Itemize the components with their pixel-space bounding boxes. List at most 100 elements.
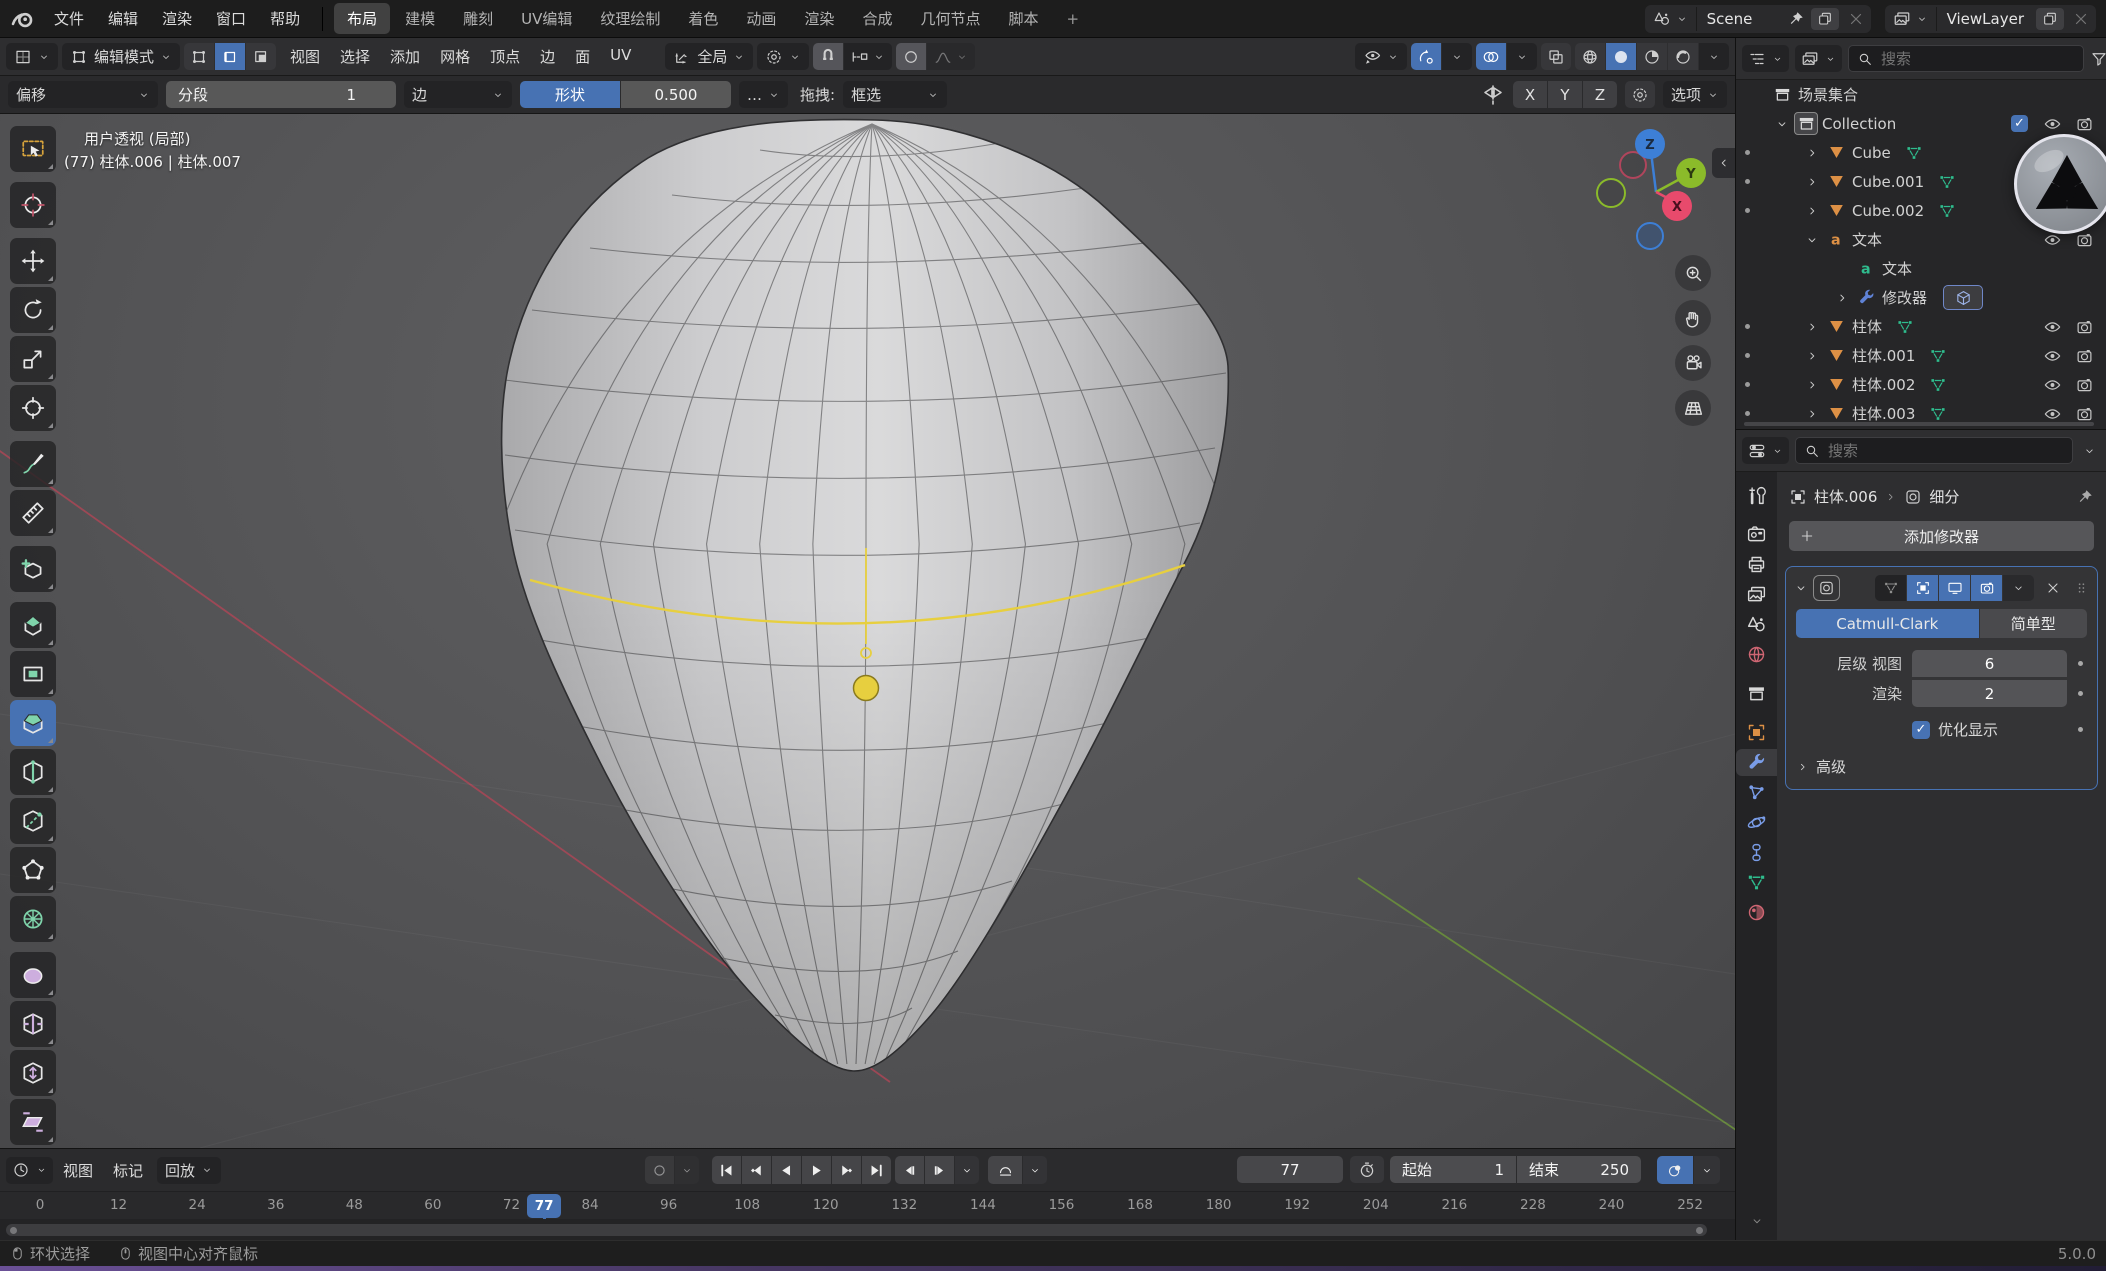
tool-measure[interactable] (10, 490, 56, 536)
outliner-scrollbar[interactable] (1744, 422, 2094, 426)
chevron-right-icon[interactable] (1800, 347, 1824, 365)
chevron-right-icon[interactable] (1800, 173, 1824, 191)
pin-icon[interactable] (1787, 10, 1805, 28)
transform-orientation-dropdown[interactable]: 全局 (665, 43, 753, 70)
keying-set-button[interactable] (988, 1156, 1022, 1184)
add-modifier-button[interactable]: 添加修改器 (1789, 521, 2094, 551)
gizmo-neg-z[interactable] (1637, 223, 1663, 249)
tool-move[interactable] (10, 238, 56, 284)
jump-to-start-button[interactable] (712, 1156, 741, 1184)
timeline-menu-item[interactable]: 视图 (53, 1160, 103, 1181)
mode-dropdown[interactable]: 编辑模式 (62, 43, 180, 70)
outliner-item-label[interactable]: 柱体.001 (1852, 345, 1915, 366)
navigation-gizmo[interactable]: Z Y X (1597, 129, 1706, 249)
tool-scale[interactable] (10, 336, 56, 382)
delete-scene-icon[interactable] (1847, 10, 1865, 28)
frame-step-dropdown[interactable] (955, 1156, 979, 1184)
gizmo-dropdown[interactable] (1442, 43, 1472, 70)
options-dropdown[interactable]: 选项 (1663, 81, 1727, 108)
modifier-render-toggle[interactable] (1971, 575, 2002, 601)
outliner-display-mode-dropdown[interactable] (1742, 45, 1789, 72)
breadcrumb-modifier[interactable]: 细分 (1929, 486, 1959, 507)
mirror-y-button[interactable]: Y (1548, 81, 1582, 108)
shading-dropdown[interactable] (1699, 43, 1729, 70)
modifier-edit-mode-toggle[interactable] (1907, 575, 1938, 601)
workspace-tab[interactable]: 几何节点 (907, 3, 993, 34)
workspace-tab[interactable]: 动画 (733, 3, 789, 34)
shading-wireframe-button[interactable] (1575, 43, 1605, 70)
outliner-item-label[interactable]: 修改器 (1882, 287, 1927, 308)
next-keyframe-button[interactable] (832, 1156, 861, 1184)
properties-tab-view-layer[interactable] (1736, 581, 1777, 608)
workspace-tab[interactable]: 着色 (675, 3, 731, 34)
tool-smooth[interactable] (10, 952, 56, 998)
tool-loop-cut[interactable] (10, 749, 56, 795)
affect-dropdown[interactable]: 边 (404, 81, 512, 108)
properties-tab-modifiers[interactable] (1736, 749, 1777, 776)
outliner-item-label[interactable]: 文本 (1852, 229, 1882, 250)
scrollbar-handle-right[interactable] (1696, 1227, 1703, 1234)
chevron-right-icon[interactable] (1800, 202, 1824, 220)
camera-view-button[interactable] (1675, 345, 1711, 381)
auto-key-record-button[interactable] (645, 1156, 674, 1184)
tab-simple[interactable]: 简单型 (1980, 609, 2087, 638)
properties-tab-physics[interactable] (1736, 809, 1777, 836)
outliner-item-label[interactable]: Cube.002 (1852, 202, 1924, 220)
playback-sync-button[interactable] (1657, 1156, 1693, 1184)
tool-bevel[interactable] (10, 700, 56, 746)
scene-name[interactable]: Scene (1697, 10, 1783, 28)
shape-toggle-button[interactable]: 形状 (520, 81, 620, 108)
collapse-chevron-icon[interactable] (1794, 579, 1808, 597)
outliner-item-label[interactable]: Collection (1822, 115, 1896, 133)
timeline-menu-item[interactable]: 标记 (103, 1160, 153, 1181)
workspace-tab[interactable]: 布局 (334, 3, 390, 34)
editor-type-dropdown[interactable] (6, 43, 58, 70)
outliner-item-label[interactable]: Cube (1852, 144, 1891, 162)
scene-type-dropdown[interactable] (1645, 5, 1696, 33)
eye-icon[interactable] (2043, 376, 2062, 394)
camera-icon[interactable] (2075, 405, 2094, 423)
tool-spin[interactable] (10, 896, 56, 942)
gizmo-toggle-button[interactable] (1411, 43, 1441, 70)
chevron-right-icon[interactable] (1800, 318, 1824, 336)
properties-tab-object[interactable] (1736, 719, 1777, 746)
gizmo-neg-y[interactable] (1597, 179, 1625, 207)
offset-type-dropdown[interactable]: 偏移 (8, 81, 158, 108)
outliner-item-label[interactable]: 场景集合 (1798, 84, 1858, 105)
advanced-section-toggle[interactable]: 高级 (1794, 756, 2089, 777)
viewlayer-name[interactable]: ViewLayer (1937, 10, 2034, 28)
topbar-menu-item[interactable]: 窗口 (204, 8, 258, 29)
workspace-tab[interactable]: 纹理绘制 (587, 3, 673, 34)
chevron-right-icon[interactable] (1800, 405, 1824, 423)
start-frame-field[interactable]: 起始1 (1390, 1156, 1516, 1183)
current-frame-field[interactable]: 77 (1237, 1156, 1343, 1183)
outliner-row[interactable]: 修改器 (1736, 283, 2106, 312)
outliner-search-input[interactable] (1881, 50, 2075, 68)
topbar-menu-item[interactable]: 文件 (42, 8, 96, 29)
camera-icon[interactable] (2075, 318, 2094, 336)
eye-icon[interactable] (2043, 405, 2062, 423)
chevron-down-icon[interactable] (1770, 115, 1794, 133)
timeline-editor-type-dropdown[interactable] (6, 1157, 53, 1184)
record-dropdown[interactable] (675, 1156, 699, 1184)
xray-toggle-button[interactable] (1541, 43, 1571, 70)
playback-dropdown[interactable]: 回放 (157, 1157, 221, 1184)
end-frame-field[interactable]: 结束250 (1517, 1156, 1641, 1183)
mirror-z-button[interactable]: Z (1583, 81, 1617, 108)
workspace-tab[interactable]: 雕刻 (450, 3, 506, 34)
properties-tab-constraints[interactable] (1736, 839, 1777, 866)
timeline-scrollbar[interactable] (6, 1224, 1707, 1236)
tab-catmull-clark[interactable]: Catmull-Clark (1796, 609, 1979, 638)
levels-viewport-field[interactable]: 6 (1912, 650, 2067, 677)
viewport-menu-item[interactable]: 网格 (430, 46, 480, 67)
keying-dropdown[interactable] (1023, 1156, 1047, 1184)
mirror-x-button[interactable]: X (1513, 81, 1547, 108)
camera-icon[interactable] (2075, 115, 2094, 133)
outliner-item-label[interactable]: 柱体 (1852, 316, 1882, 337)
tool-edge-slide[interactable] (10, 1001, 56, 1047)
outliner-row[interactable]: 柱体.002 (1736, 370, 2106, 399)
tool-inset-faces[interactable] (10, 651, 56, 697)
perspective-toggle-button[interactable] (1675, 390, 1711, 426)
properties-tab-render[interactable] (1736, 521, 1777, 548)
use-preview-range-button[interactable] (1350, 1156, 1384, 1183)
